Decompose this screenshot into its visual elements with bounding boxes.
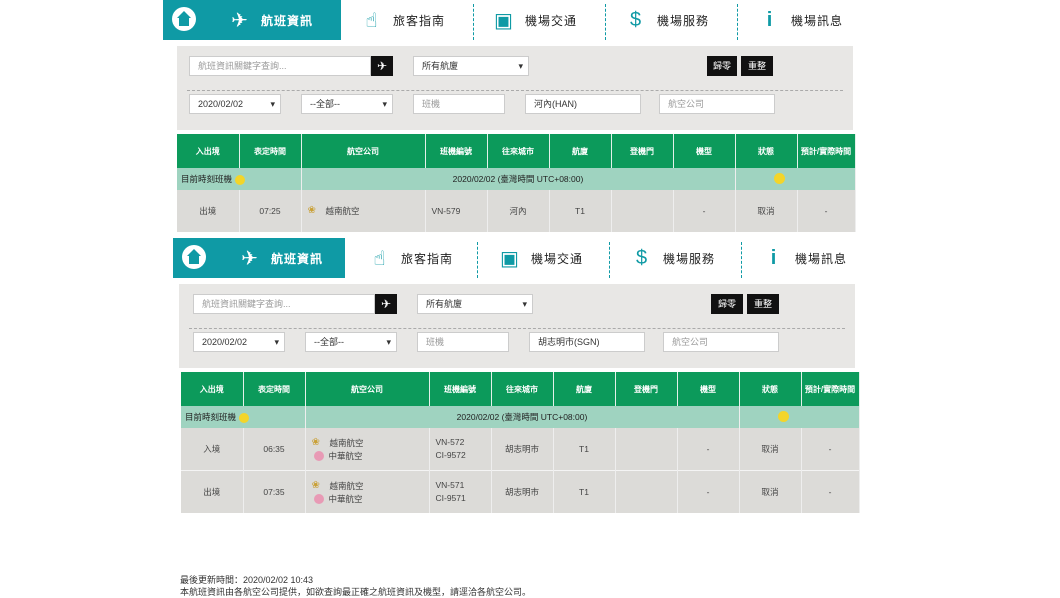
hand-pointer-icon: ☝ xyxy=(365,9,379,32)
bus-icon: ▣ xyxy=(500,247,520,270)
home-icon xyxy=(172,7,196,31)
china-airlines-logo-icon xyxy=(313,493,324,504)
search-area: 航班資訊關鍵字查詢... ✈ 所有航廈 歸零 重整 2020/02/02 --全… xyxy=(179,284,855,368)
sun-icon xyxy=(235,174,246,185)
nav-airport-services[interactable]: $ 機場服務 xyxy=(625,0,709,40)
nav-airport-transport[interactable]: ▣ 機場交通 xyxy=(499,238,583,278)
bus-icon: ▣ xyxy=(494,9,514,32)
shopping-bag-icon: $ xyxy=(629,8,643,31)
city-input[interactable]: 河內(HAN) xyxy=(525,94,641,114)
last-updated: 最後更新時間：2020/02/02 10:43 xyxy=(180,575,314,585)
vietnam-airlines-logo-icon: ❀ xyxy=(311,436,320,448)
flight-table: 入出境 表定時間 航空公司 班機編號 往來城市 航廈 登機門 機型 狀態 預計/實際時間 目前時刻… xyxy=(181,372,860,513)
direction-select[interactable]: --全部-- xyxy=(301,94,393,114)
nav-flight-info[interactable]: ✈ 航班資訊 xyxy=(203,0,341,40)
nav-airport-services[interactable]: $ 機場服務 xyxy=(631,238,715,278)
current-time-row: 目前時刻班機 2020/02/02 (臺灣時間 UTC+08:00) xyxy=(181,406,860,428)
nav-flight-info[interactable]: ✈ 航班資訊 xyxy=(213,238,345,278)
nav-passenger-guide[interactable]: ☝ 旅客指南 xyxy=(369,238,453,278)
home-icon xyxy=(182,245,206,269)
table-header: 入出境 表定時間 航空公司 班機編號 往來城市 航廈 登機門 機型 狀態 預計/實際時間 xyxy=(181,372,860,406)
sun-icon xyxy=(239,412,250,423)
info-icon: i xyxy=(770,246,778,269)
airplane-icon: ✈ xyxy=(376,59,388,73)
table-row[interactable]: 出境 07:35 ❀ 越南航空 中華航空 VN-571 CI-9571 胡志明市 T… xyxy=(181,470,860,513)
flight-table: 入出境 表定時間 航空公司 班機編號 往來城市 航廈 登機門 機型 狀態 預計/實際時間 目前時刻… xyxy=(177,134,856,232)
nav-passenger-guide[interactable]: ☝ 旅客指南 xyxy=(361,0,445,40)
search-go-button[interactable]: ✈ xyxy=(371,56,393,76)
china-airlines-logo-icon xyxy=(313,450,324,461)
airplane-icon: ✈ xyxy=(241,247,259,270)
clear-button[interactable]: 歸零 xyxy=(711,294,743,314)
keyword-search-input[interactable]: 航班資訊關鍵字查詢... xyxy=(193,294,375,314)
date-select[interactable]: 2020/02/02 xyxy=(189,94,281,114)
flight-panel-hanoi: ✈ 航班資訊 ☝ 旅客指南 ▣ 機場交通 $ 機場服務 i 機場訊息 航班資訊關鍵字查詢.… xyxy=(163,0,863,238)
nav-airport-news[interactable]: i 機場訊息 xyxy=(763,238,847,278)
vietnam-airlines-logo-icon: ❀ xyxy=(307,205,316,216)
keyword-search-input[interactable]: 航班資訊關鍵字查詢... xyxy=(189,56,371,76)
shopping-bag-icon: $ xyxy=(635,246,649,269)
flight-number-input[interactable]: 班機 xyxy=(417,332,509,352)
vietnam-airlines-logo-icon: ❀ xyxy=(311,479,320,491)
reset-button[interactable]: 重整 xyxy=(741,56,773,76)
nav-airport-transport[interactable]: ▣ 機場交通 xyxy=(493,0,577,40)
footer: 最後更新時間：2020/02/02 10:43 本航班資訊由各航空公司提供，如欲… xyxy=(180,574,531,598)
table-row[interactable]: 入境 06:35 ❀ 越南航空 中華航空 VN-572 CI-9572 胡志明市 T… xyxy=(181,428,860,471)
airplane-icon: ✈ xyxy=(231,9,249,32)
home-button[interactable] xyxy=(173,238,213,278)
airplane-icon: ✈ xyxy=(380,297,392,311)
terminal-select[interactable]: 所有航廈 xyxy=(413,56,529,76)
hand-pointer-icon: ☝ xyxy=(373,247,387,270)
footer-note: 本航班資訊由各航空公司提供，如欲查詢最正確之航班資訊及機型，請逕洽各航空公司。 xyxy=(180,587,532,597)
city-input[interactable]: 胡志明市(SGN) xyxy=(529,332,645,352)
info-icon: i xyxy=(766,8,774,31)
date-select[interactable]: 2020/02/02 xyxy=(193,332,285,352)
flight-panel-hcmc: ✈ 航班資訊 ☝ 旅客指南 ▣ 機場交通 $ 機場服務 i 機場訊息 航班資訊關鍵字查詢.… xyxy=(173,238,873,528)
clear-button[interactable]: 歸零 xyxy=(707,56,737,76)
home-button[interactable] xyxy=(163,0,203,40)
search-go-button[interactable]: ✈ xyxy=(375,294,397,314)
status-dot-icon xyxy=(777,410,789,422)
table-row[interactable]: 出境 07:25 ❀ 越南航空 VN-579 河內 T1 - 取消 - xyxy=(177,190,856,232)
flight-number-input[interactable]: 班機 xyxy=(413,94,505,114)
terminal-select[interactable]: 所有航廈 xyxy=(417,294,533,314)
main-nav: ✈ 航班資訊 ☝ 旅客指南 ▣ 機場交通 $ 機場服務 i 機場訊息 xyxy=(173,238,873,278)
status-dot-icon xyxy=(773,172,785,184)
current-time-row: 目前時刻班機 2020/02/02 (臺灣時間 UTC+08:00) xyxy=(177,168,856,190)
main-nav: ✈ 航班資訊 ☝ 旅客指南 ▣ 機場交通 $ 機場服務 i 機場訊息 xyxy=(163,0,863,40)
reset-button[interactable]: 重整 xyxy=(747,294,779,314)
airline-input[interactable]: 航空公司 xyxy=(659,94,775,114)
direction-select[interactable]: --全部-- xyxy=(305,332,397,352)
nav-airport-news[interactable]: i 機場訊息 xyxy=(759,0,843,40)
search-area: 航班資訊關鍵字查詢... ✈ 所有航廈 歸零 重整 2020/02/02 --全… xyxy=(177,46,853,130)
airline-input[interactable]: 航空公司 xyxy=(663,332,779,352)
table-header: 入出境 表定時間 航空公司 班機編號 往來城市 航廈 登機門 機型 狀態 預計/實際時間 xyxy=(177,134,856,168)
